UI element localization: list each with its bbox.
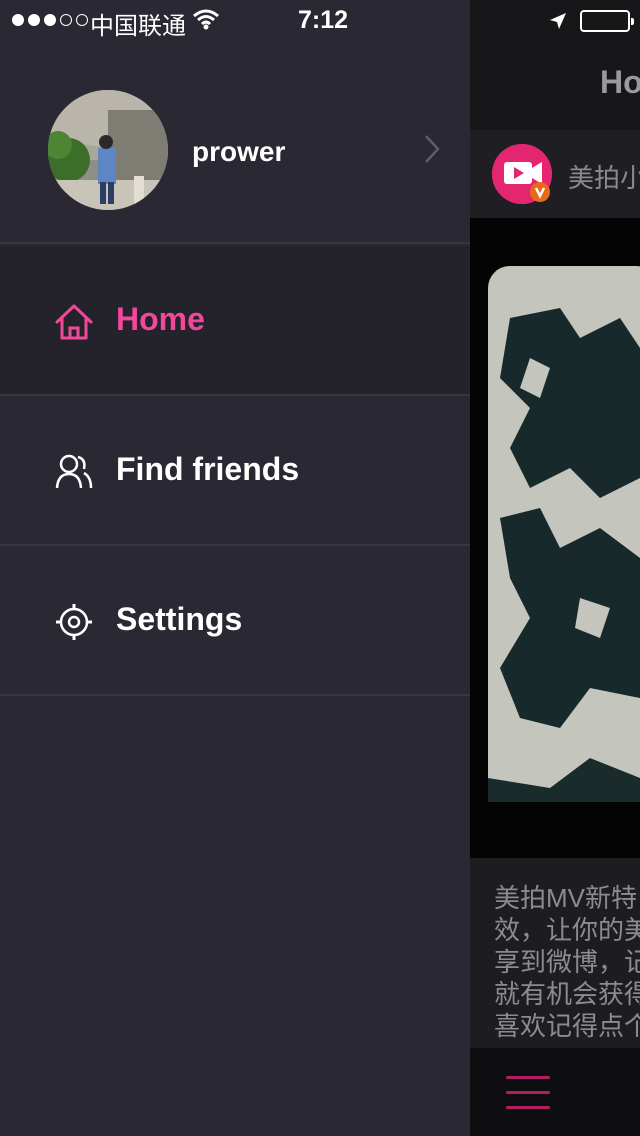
profile-row[interactable]: prower <box>0 40 470 244</box>
home-icon <box>54 302 94 342</box>
feed-header[interactable]: 美拍小 <box>470 130 640 218</box>
channel-avatar[interactable] <box>492 144 552 204</box>
side-menu: prower Home Find friends Settings <box>0 0 470 1136</box>
description-text: 美拍MV新特 效，让你的美 享到微博，记 就有机会获得 喜欢记得点个 <box>494 883 640 1041</box>
friends-icon <box>54 452 94 492</box>
username: prower <box>192 136 286 167</box>
tab-bar <box>470 1048 640 1136</box>
channel-name: 美拍小 <box>568 163 640 193</box>
location-arrow-icon <box>548 10 568 38</box>
status-bar: 中国联通 7:12 <box>0 0 640 40</box>
carrier-name: 中国联通 <box>90 13 186 40</box>
chevron-right-icon <box>424 134 440 169</box>
video-player[interactable] <box>470 218 640 858</box>
menu-item-label: Find friends <box>116 451 300 487</box>
hamburger-menu-icon[interactable] <box>506 1076 550 1121</box>
menu-item-label: Home <box>116 301 205 337</box>
battery-icon <box>580 10 634 32</box>
menu-item-find-friends[interactable]: Find friends <box>0 396 470 546</box>
main-content-preview[interactable]: Ho 美拍小 美拍MV新特 效，让你的美 享到微博，记 就有机会获得 喜欢记得点… <box>470 0 640 1136</box>
content-title: Ho <box>600 64 640 100</box>
menu-item-home[interactable]: Home <box>0 246 470 396</box>
video-description: 美拍MV新特 效，让你的美 享到微博，记 就有机会获得 喜欢记得点个 <box>470 858 640 1048</box>
signal-strength-icon <box>12 8 88 32</box>
avatar[interactable] <box>48 90 168 210</box>
menu-item-settings[interactable]: Settings <box>0 546 470 696</box>
gear-icon <box>54 602 94 642</box>
wifi-icon <box>192 8 220 37</box>
clock: 7:12 <box>298 6 349 34</box>
menu-item-label: Settings <box>116 601 243 637</box>
